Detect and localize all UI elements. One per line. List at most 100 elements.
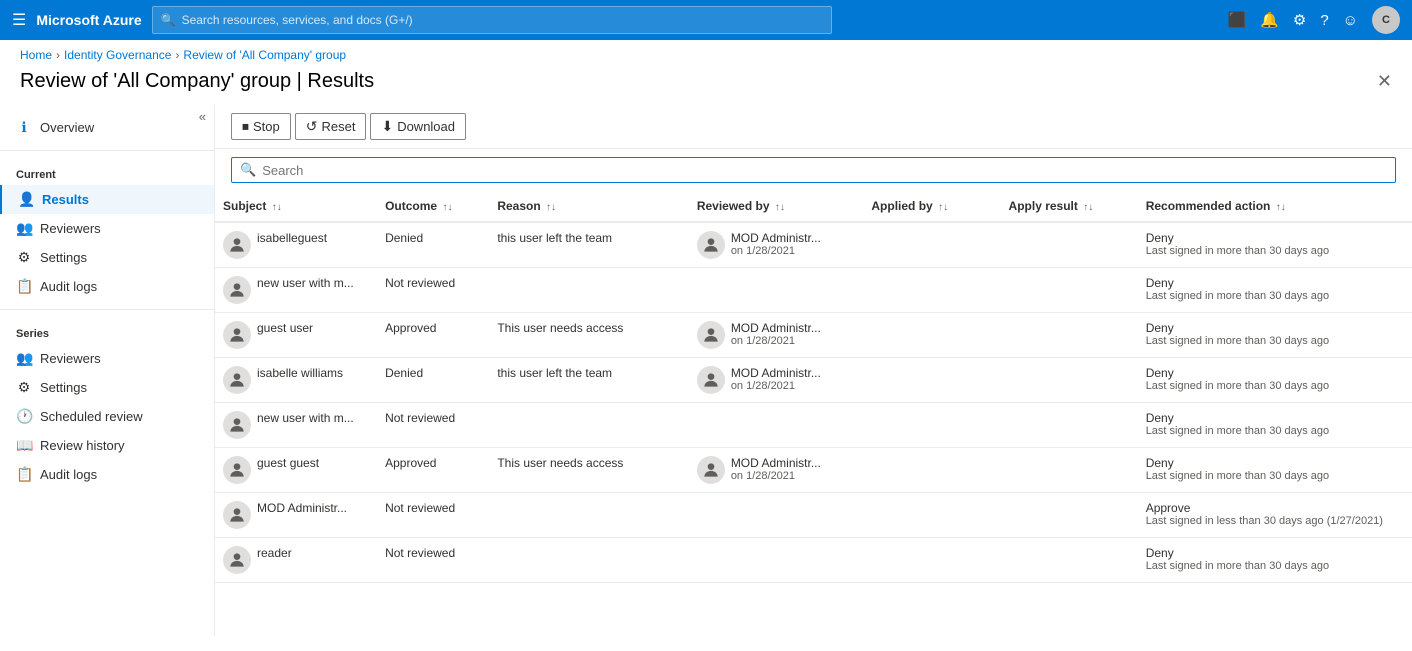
breadcrumb: Home › Identity Governance › Review of '… xyxy=(0,40,1412,70)
cell-applied-by xyxy=(863,403,1000,448)
rec-primary: Approve xyxy=(1146,501,1404,515)
cell-reviewed-by: MOD Administr...on 1/28/2021 xyxy=(689,448,864,493)
user-name: guest guest xyxy=(257,456,319,470)
sidebar-label-results: Results xyxy=(42,192,89,207)
results-icon: 👤 xyxy=(18,191,34,208)
top-nav-icons: ⬛ 🔔 ⚙ ? ☺ C xyxy=(1228,6,1401,34)
sidebar-item-reviewers[interactable]: 👥 Reviewers xyxy=(0,214,214,243)
sidebar-item-results[interactable]: 👤 Results xyxy=(0,185,214,214)
sidebar-label-settings: Settings xyxy=(40,250,87,265)
cell-subject: isabelle williams xyxy=(215,358,377,403)
stop-button[interactable]: ⏹ Stop xyxy=(231,113,291,140)
notifications-icon[interactable]: 🔔 xyxy=(1260,11,1279,29)
sort-icon-reason[interactable]: ↑↓ xyxy=(546,202,556,213)
cell-reason xyxy=(489,538,689,583)
rec-detail: Last signed in more than 30 days ago xyxy=(1146,425,1404,437)
global-search-placeholder: Search resources, services, and docs (G+… xyxy=(182,13,413,27)
sort-icon-subject[interactable]: ↑↓ xyxy=(272,202,282,213)
rec-primary: Deny xyxy=(1146,411,1404,425)
sort-icon-reviewed[interactable]: ↑↓ xyxy=(775,202,785,213)
table-container: Subject ↑↓ Outcome ↑↓ Reason ↑↓ Review xyxy=(215,191,1412,636)
sidebar-item-settings2[interactable]: ⚙ Settings xyxy=(0,373,214,402)
reset-button[interactable]: ↺ Reset xyxy=(295,113,367,140)
sidebar-item-auditlogs2[interactable]: 📋 Audit logs xyxy=(0,460,214,489)
sidebar-item-overview[interactable]: ℹ Overview xyxy=(0,113,214,142)
sidebar-item-reviewers2[interactable]: 👥 Reviewers xyxy=(0,344,214,373)
cell-recommended-action: ApproveLast signed in less than 30 days … xyxy=(1138,493,1412,538)
col-header-apply-result: Apply result ↑↓ xyxy=(1001,191,1138,222)
sort-icon-applied[interactable]: ↑↓ xyxy=(938,202,948,213)
sidebar-collapse-button[interactable]: « xyxy=(191,105,214,128)
cell-reviewed-by: MOD Administr...on 1/28/2021 xyxy=(689,313,864,358)
reviewers-icon: 👥 xyxy=(16,220,32,237)
sidebar-section-series: Series xyxy=(0,318,214,344)
content-area: ⏹ Stop ↺ Reset ⬇ Download 🔍 xyxy=(215,105,1412,636)
user-name: isabelle williams xyxy=(257,366,343,380)
page-title-results: | Results xyxy=(297,70,374,92)
user-name: guest user xyxy=(257,321,313,335)
user-avatar xyxy=(223,546,251,574)
table-row: guest guestApprovedThis user needs acces… xyxy=(215,448,1412,493)
review-date: on 1/28/2021 xyxy=(731,245,821,257)
user-avatar xyxy=(223,501,251,529)
sidebar-item-auditlogs1[interactable]: 📋 Audit logs xyxy=(0,272,214,301)
hamburger-icon[interactable]: ☰ xyxy=(12,10,26,30)
cell-subject: new user with m... xyxy=(215,268,377,313)
search-container: 🔍 xyxy=(215,149,1412,191)
page-title-text: Review of 'All Company' group xyxy=(20,70,291,92)
cell-applied-by xyxy=(863,313,1000,358)
settings-icon-sidebar: ⚙ xyxy=(16,249,32,266)
breadcrumb-sep-1: › xyxy=(56,48,60,62)
sidebar-label-scheduled: Scheduled review xyxy=(40,409,143,424)
rec-detail: Last signed in more than 30 days ago xyxy=(1146,560,1404,572)
reset-label: Reset xyxy=(321,119,355,134)
page-title-bar: Review of 'All Company' group | Results … xyxy=(0,70,1412,105)
user-name: new user with m... xyxy=(257,276,354,290)
cell-outcome: Approved xyxy=(377,448,489,493)
global-search[interactable]: 🔍 Search resources, services, and docs (… xyxy=(152,6,832,34)
settings-icon[interactable]: ⚙ xyxy=(1293,11,1306,29)
cell-reason xyxy=(489,493,689,538)
close-button[interactable]: ✕ xyxy=(1377,71,1392,92)
sidebar-label-auditlogs2: Audit logs xyxy=(40,467,97,482)
sidebar-item-scheduled[interactable]: 🕐 Scheduled review xyxy=(0,402,214,431)
cell-recommended-action: DenyLast signed in more than 30 days ago xyxy=(1138,403,1412,448)
rec-detail: Last signed in less than 30 days ago (1/… xyxy=(1146,515,1404,527)
sort-icon-recommended[interactable]: ↑↓ xyxy=(1276,202,1286,213)
cell-apply-result xyxy=(1001,358,1138,403)
sidebar-label-reviewers2: Reviewers xyxy=(40,351,101,366)
col-header-reviewed: Reviewed by ↑↓ xyxy=(689,191,864,222)
cell-subject: guest user xyxy=(215,313,377,358)
help-icon[interactable]: ? xyxy=(1320,12,1328,29)
breadcrumb-review-group[interactable]: Review of 'All Company' group xyxy=(183,48,346,62)
cell-outcome: Not reviewed xyxy=(377,403,489,448)
portal-icon[interactable]: ⬛ xyxy=(1228,11,1247,29)
breadcrumb-sep-2: › xyxy=(175,48,179,62)
search-input[interactable] xyxy=(262,163,1387,178)
user-name: MOD Administr... xyxy=(257,501,347,515)
sort-icon-apply-result[interactable]: ↑↓ xyxy=(1083,202,1093,213)
sidebar-divider-2 xyxy=(0,309,214,310)
sort-icon-outcome[interactable]: ↑↓ xyxy=(442,202,452,213)
stop-label: Stop xyxy=(253,119,280,134)
sidebar-label-history: Review history xyxy=(40,438,125,453)
reviewer-name: MOD Administr... xyxy=(731,231,821,245)
download-button[interactable]: ⬇ Download xyxy=(370,113,466,140)
search-input-wrap[interactable]: 🔍 xyxy=(231,157,1396,183)
feedback-icon[interactable]: ☺ xyxy=(1343,12,1358,29)
avatar[interactable]: C xyxy=(1372,6,1400,34)
sidebar-divider-1 xyxy=(0,150,214,151)
col-header-subject: Subject ↑↓ xyxy=(215,191,377,222)
info-icon: ℹ xyxy=(16,119,32,136)
cell-applied-by xyxy=(863,448,1000,493)
user-name: reader xyxy=(257,546,292,560)
sidebar-item-review-history[interactable]: 📖 Review history xyxy=(0,431,214,460)
breadcrumb-identity-governance[interactable]: Identity Governance xyxy=(64,48,171,62)
reviewer-name: MOD Administr... xyxy=(731,321,821,335)
sidebar-item-settings[interactable]: ⚙ Settings xyxy=(0,243,214,272)
table-row: isabelleguestDeniedthis user left the te… xyxy=(215,222,1412,268)
cell-apply-result xyxy=(1001,268,1138,313)
breadcrumb-home[interactable]: Home xyxy=(20,48,52,62)
reviewer-avatar xyxy=(697,231,725,259)
rec-detail: Last signed in more than 30 days ago xyxy=(1146,380,1404,392)
